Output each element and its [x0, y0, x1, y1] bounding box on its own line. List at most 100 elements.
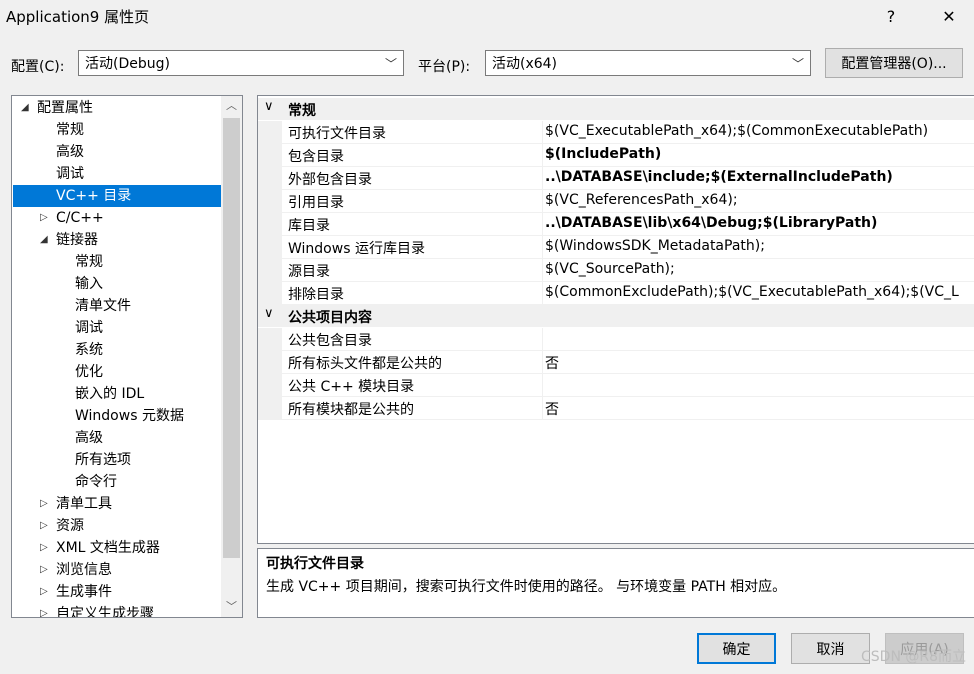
- property-name: 引用目录: [288, 195, 344, 211]
- category-public[interactable]: ∨ 公共项目内容: [258, 305, 974, 327]
- expanded-arrow-icon[interactable]: ◢: [21, 97, 29, 119]
- property-name: 公共 C++ 模块目录: [288, 379, 415, 395]
- column-divider: [542, 259, 543, 282]
- tree-item-label: 调试: [56, 166, 84, 182]
- property-value[interactable]: ..\DATABASE\include;$(ExternalIncludePat…: [545, 169, 893, 185]
- row-gutter: [258, 374, 282, 396]
- tree-item-label: 高级: [56, 144, 84, 160]
- property-name: 源目录: [288, 264, 330, 280]
- chevron-down-icon[interactable]: ∨: [264, 99, 274, 114]
- property-name: 排除目录: [288, 287, 344, 303]
- description-panel: 可执行文件目录 生成 VC++ 项目期间，搜索可执行文件时使用的路径。 与环境变…: [257, 548, 974, 618]
- property-value[interactable]: $(WindowsSDK_MetadataPath);: [545, 238, 765, 254]
- expanded-arrow-icon[interactable]: ◢: [40, 229, 48, 251]
- collapsed-arrow-icon[interactable]: ▷: [40, 493, 48, 515]
- scroll-down-icon[interactable]: ﹀: [221, 597, 242, 617]
- column-divider: [542, 236, 543, 259]
- platform-label: 平台(P):: [418, 59, 471, 75]
- column-divider: [542, 374, 543, 397]
- collapsed-arrow-icon[interactable]: ▷: [40, 515, 48, 537]
- category-general[interactable]: ∨ 常规: [258, 98, 974, 120]
- property-row[interactable]: 排除目录 $(CommonExcludePath);$(VC_Executable…: [258, 282, 974, 305]
- row-gutter: [258, 328, 282, 350]
- column-divider: [542, 282, 543, 305]
- tree-item-label: 生成事件: [56, 584, 112, 600]
- tree-item[interactable]: VC++ 目录: [13, 185, 221, 207]
- tree-item-label: XML 文档生成器: [56, 540, 160, 556]
- category-label: 公共项目内容: [288, 310, 372, 326]
- property-name: 库目录: [288, 218, 330, 234]
- property-row[interactable]: 所有标头文件都是公共的 否: [258, 351, 974, 374]
- help-button[interactable]: ?: [876, 4, 906, 28]
- property-row[interactable]: Windows 运行库目录 $(WindowsSDK_MetadataPath);: [258, 236, 974, 259]
- config-dropdown[interactable]: 活动(Debug) ﹀: [78, 50, 404, 76]
- description-text: 生成 VC++ 项目期间，搜索可执行文件时使用的路径。 与环境变量 PATH 相…: [266, 579, 787, 595]
- row-gutter: [258, 236, 282, 258]
- row-gutter: [258, 121, 282, 143]
- row-gutter: [258, 190, 282, 212]
- property-row[interactable]: 包含目录 $(IncludePath): [258, 144, 974, 167]
- cancel-button[interactable]: 取消: [791, 633, 870, 664]
- config-manager-button[interactable]: 配置管理器(O)...: [825, 48, 963, 78]
- tree-item-label: 链接器: [56, 232, 98, 248]
- property-row[interactable]: 源目录 $(VC_SourcePath);: [258, 259, 974, 282]
- property-row[interactable]: 可执行文件目录 $(VC_ExecutablePath_x64);$(Common…: [258, 121, 974, 144]
- tree-item-label: 嵌入的 IDL: [75, 386, 145, 402]
- property-value[interactable]: $(IncludePath): [545, 146, 661, 162]
- property-value[interactable]: $(VC_SourcePath);: [545, 261, 675, 277]
- column-divider: [542, 351, 543, 374]
- property-value[interactable]: 否: [545, 353, 559, 373]
- column-divider: [542, 121, 543, 144]
- property-name: 所有标头文件都是公共的: [288, 356, 442, 372]
- tree-item-label: 高级: [75, 430, 103, 446]
- collapsed-arrow-icon[interactable]: ▷: [40, 603, 48, 617]
- property-name: 外部包含目录: [288, 172, 372, 188]
- column-divider: [542, 213, 543, 236]
- property-name: Windows 运行库目录: [288, 241, 425, 257]
- config-label: 配置(C):: [11, 59, 65, 75]
- property-row[interactable]: 公共 C++ 模块目录: [258, 374, 974, 397]
- column-divider: [542, 144, 543, 167]
- collapsed-arrow-icon[interactable]: ▷: [40, 537, 48, 559]
- tree-item-label: 常规: [56, 122, 84, 138]
- tree-item-label: 自定义生成步骤: [56, 606, 154, 618]
- property-tree[interactable]: ◢ 配置属性 常规 高级 调试 VC++ 目录 ▷ C/C++ ◢ 链接器 常规 输入 清单文件 调试 系统…: [11, 95, 243, 618]
- property-value[interactable]: $(CommonExcludePath);$(VC_ExecutablePath…: [545, 284, 959, 300]
- tree-item-label: 所有选项: [75, 452, 131, 468]
- property-row[interactable]: 外部包含目录 ..\DATABASE\include;$(ExternalIncl…: [258, 167, 974, 190]
- collapsed-arrow-icon[interactable]: ▷: [40, 559, 48, 581]
- property-row[interactable]: 引用目录 $(VC_ReferencesPath_x64);: [258, 190, 974, 213]
- tree-item-label: Windows 元数据: [75, 408, 184, 424]
- collapsed-arrow-icon[interactable]: ▷: [40, 581, 48, 603]
- description-title: 可执行文件目录: [266, 556, 364, 572]
- platform-dropdown[interactable]: 活动(x64) ﹀: [485, 50, 811, 76]
- scroll-up-icon[interactable]: ︿: [221, 96, 242, 116]
- tree-item-label: 系统: [75, 342, 103, 358]
- tree-item-label: 配置属性: [37, 100, 93, 116]
- property-row[interactable]: 公共包含目录: [258, 328, 974, 351]
- property-value[interactable]: $(VC_ReferencesPath_x64);: [545, 192, 738, 208]
- row-gutter: [258, 144, 282, 166]
- collapsed-arrow-icon[interactable]: ▷: [40, 207, 48, 229]
- category-label: 常规: [288, 103, 316, 119]
- row-gutter: [258, 351, 282, 373]
- column-divider: [542, 397, 543, 420]
- property-value[interactable]: $(VC_ExecutablePath_x64);$(CommonExecuta…: [545, 123, 928, 139]
- chevron-down-icon[interactable]: ∨: [264, 306, 274, 321]
- tree-scrollbar[interactable]: ︿ ﹀: [221, 96, 242, 617]
- scroll-thumb[interactable]: [223, 118, 240, 558]
- window-title: Application9 属性页: [6, 8, 150, 26]
- property-name: 所有模块都是公共的: [288, 402, 414, 418]
- property-value[interactable]: 否: [545, 399, 559, 419]
- property-row[interactable]: 库目录 ..\DATABASE\lib\x64\Debug;$(LibraryPa…: [258, 213, 974, 236]
- ok-button[interactable]: 确定: [697, 633, 776, 664]
- property-value[interactable]: ..\DATABASE\lib\x64\Debug;$(LibraryPath): [545, 215, 877, 231]
- column-divider: [542, 190, 543, 213]
- close-button[interactable]: ✕: [934, 4, 964, 28]
- tree-item-label: VC++ 目录: [56, 188, 132, 204]
- tree-item-label: 常规: [75, 254, 103, 270]
- tree-item-label: 资源: [56, 518, 84, 534]
- property-row[interactable]: 所有模块都是公共的 否: [258, 397, 974, 420]
- row-gutter: [258, 397, 282, 419]
- property-grid: ∨ 常规 可执行文件目录 $(VC_ExecutablePath_x64);$(C…: [257, 95, 974, 544]
